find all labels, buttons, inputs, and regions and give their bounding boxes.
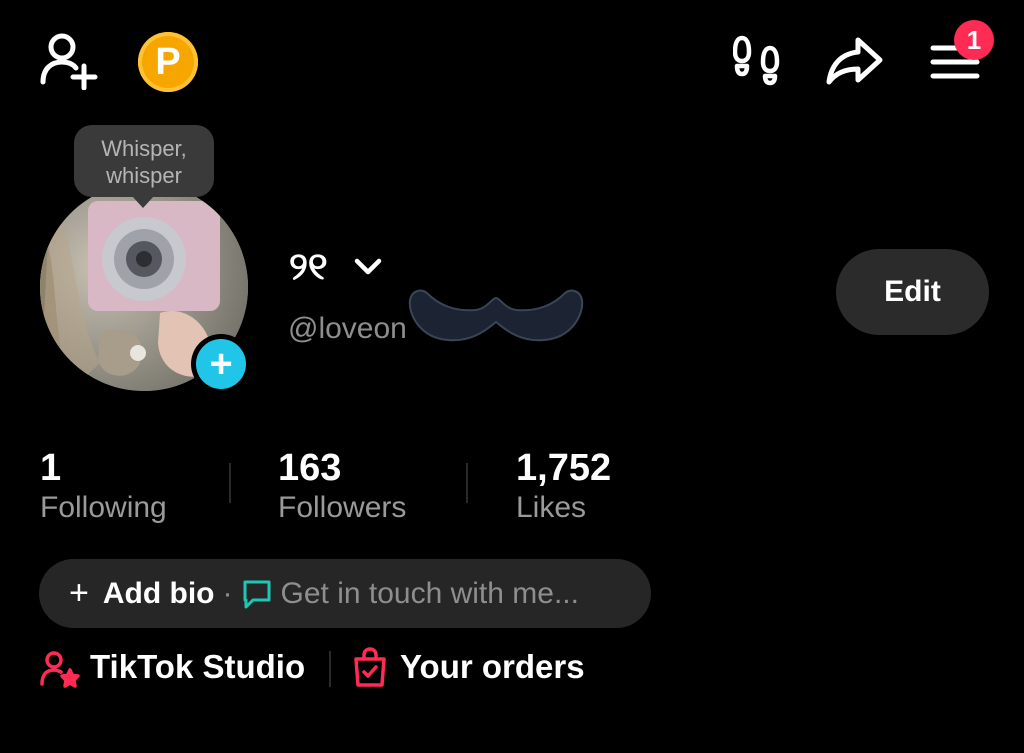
creator-star-icon xyxy=(40,650,80,688)
stat-divider xyxy=(229,463,231,503)
following-count[interactable]: 1 xyxy=(40,447,61,490)
profile-nickname[interactable]: ୨୧ xyxy=(289,246,328,289)
whisper-line-2: whisper xyxy=(106,163,182,188)
likes-label[interactable]: Likes xyxy=(516,491,586,525)
your-orders-link[interactable]: Your orders xyxy=(400,648,585,686)
chevron-down-icon[interactable] xyxy=(354,257,382,282)
tiktok-studio-link[interactable]: TikTok Studio xyxy=(90,648,305,686)
whisper-bubble[interactable]: Whisper, whisper xyxy=(74,125,214,197)
followers-label[interactable]: Followers xyxy=(278,491,406,525)
separator-dot: · xyxy=(222,576,233,610)
bio-pill[interactable]: + Add bio · Get in touch with me... xyxy=(39,559,651,628)
add-friend-icon[interactable] xyxy=(38,30,100,90)
coin-letter: P xyxy=(155,40,181,83)
stat-divider xyxy=(466,463,468,503)
profile-handle: @loveon xyxy=(288,312,407,345)
footprints-icon[interactable] xyxy=(733,34,783,86)
plus-icon: + xyxy=(196,339,246,389)
share-icon[interactable] xyxy=(826,36,884,86)
whisper-line-1: Whisper, xyxy=(101,136,187,161)
following-label[interactable]: Following xyxy=(40,491,167,525)
whisper-bubble-tail xyxy=(132,196,154,208)
add-avatar-button[interactable]: + xyxy=(191,334,251,394)
redaction-mustache xyxy=(404,286,586,351)
likes-count[interactable]: 1,752 xyxy=(516,447,611,490)
coin-icon[interactable]: P xyxy=(138,32,198,92)
followers-count[interactable]: 163 xyxy=(278,447,341,490)
chat-bubble-icon xyxy=(241,578,273,610)
get-in-touch-button[interactable]: Get in touch with me... xyxy=(281,577,579,611)
edit-profile-button[interactable]: Edit xyxy=(836,249,989,335)
shopping-bag-icon xyxy=(353,647,387,687)
plus-icon: + xyxy=(69,574,89,612)
add-bio-button[interactable]: Add bio xyxy=(103,577,215,611)
notification-badge: 1 xyxy=(954,20,994,60)
link-divider xyxy=(329,651,331,687)
